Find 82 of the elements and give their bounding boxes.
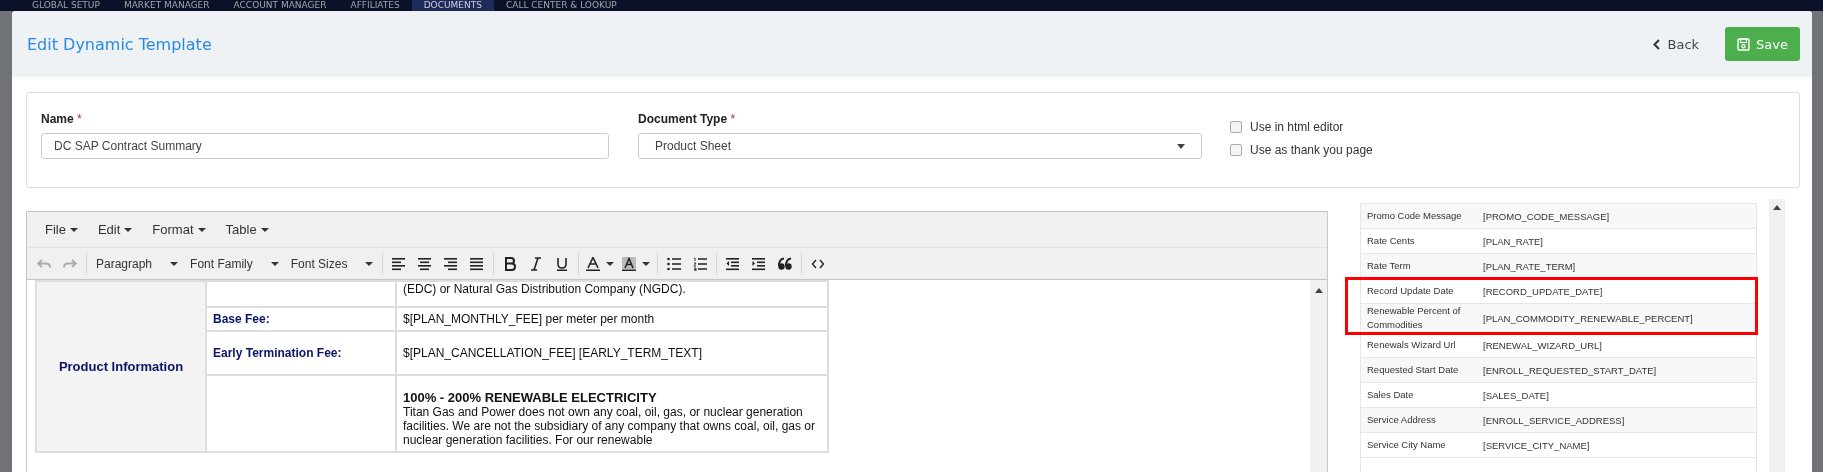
justify-icon[interactable] [470, 256, 485, 271]
scroll-up-icon[interactable] [1314, 288, 1323, 293]
caret-down-icon [365, 261, 374, 266]
nav-tab[interactable]: ACCOUNT MANAGER [221, 0, 339, 11]
merge-token: [ENROLL_REQUESTED_START_DATE] [1483, 364, 1657, 376]
field-name: Sales Date [1367, 388, 1415, 402]
nav-tab[interactable]: MARKET MANAGER [111, 0, 222, 11]
text-color-icon[interactable] [586, 256, 601, 271]
format-dropdown[interactable]: Paragraph [90, 250, 185, 277]
merge-token: [ENROLL_SERVICE_ADDRESS] [1483, 414, 1625, 426]
format-dropdown[interactable]: Font Family [184, 250, 285, 277]
table-cell: $[PLAN_MONTHLY_FEE] per meter per month [396, 307, 828, 331]
numbered-list-icon[interactable] [693, 256, 708, 271]
caret-down-icon [124, 227, 133, 232]
table-cell: $[PLAN_CANCELLATION_FEE] [EARLY_TERM_TEXT] [396, 331, 828, 375]
nav-tab[interactable]: CALL CENTER & LOOKUP [493, 0, 629, 11]
align-left-icon[interactable] [392, 256, 407, 271]
indent-icon[interactable] [752, 256, 767, 271]
chevron-left-icon [1652, 38, 1660, 50]
field-name: Requested Start Date [1367, 363, 1460, 377]
menu-item[interactable]: Edit [89, 222, 141, 237]
checkbox-label: Use in html editor [1250, 120, 1344, 134]
bold-icon[interactable] [503, 256, 518, 271]
field-label: Document Type [638, 112, 728, 126]
menu-item[interactable]: Format [144, 222, 214, 237]
align-right-icon[interactable] [444, 256, 459, 271]
format-dropdown[interactable]: Font Sizes [284, 250, 380, 277]
nav-tab[interactable]: DOCUMENTS [411, 0, 494, 11]
caret-down-icon [270, 261, 279, 266]
merge-token: [RECORD_UPDATE_DATE] [1483, 285, 1603, 297]
bulleted-list-icon[interactable] [667, 256, 682, 271]
outdent-icon[interactable] [726, 256, 741, 271]
window-title: Edit Dynamic Template [27, 34, 213, 54]
back-button[interactable]: Back [1652, 36, 1700, 52]
caret-down-icon [260, 227, 269, 232]
highlight-color-icon[interactable] [622, 256, 637, 271]
nav-tab[interactable]: GLOBAL SETUP [20, 0, 112, 11]
caret-down-icon[interactable] [606, 261, 615, 266]
table-cell: (EDC) or Natural Gas Distribution Company (NGDC). [396, 281, 828, 307]
table-cell: Early Termination Fee: [206, 331, 396, 375]
field-name: Service Address [1367, 413, 1437, 427]
merge-token: [SERVICE_CITY_NAME] [1483, 439, 1590, 451]
caret-down-icon[interactable] [642, 261, 651, 266]
field-name: Record Update Date [1367, 284, 1455, 298]
caret-down-icon [1177, 143, 1185, 149]
menu-item[interactable]: Table [217, 222, 277, 237]
merge-token: [PLAN_COMMODITY_RENEWABLE_PERCENT] [1483, 312, 1693, 324]
scrollbar[interactable] [1769, 199, 1785, 472]
field-name: Renewals Wizard Url [1367, 338, 1457, 352]
section-heading: 100% - 200% RENEWABLE ELECTRICITY [403, 390, 658, 405]
merge-token: [PROMO_CODE_MESSAGE] [1483, 210, 1610, 222]
merge-token: [PLAN_RATE_TERM] [1483, 260, 1576, 272]
merge-token: [RENEWAL_WIZARD_URL] [1483, 339, 1602, 351]
checkbox-label: Use as thank you page [1250, 143, 1373, 157]
checkbox[interactable] [1230, 121, 1242, 133]
required-mark: * [77, 112, 82, 126]
merge-token: [SALES_DATE] [1483, 389, 1549, 401]
merge-token: [PLAN_RATE] [1483, 235, 1543, 247]
align-center-icon[interactable] [418, 256, 433, 271]
name-input[interactable]: DC SAP Contract Summary [41, 133, 609, 159]
checkbox[interactable] [1230, 144, 1242, 156]
scrollbar[interactable] [1310, 280, 1327, 472]
menu-item[interactable]: File [37, 222, 86, 237]
table-cell: Base Fee: [206, 307, 396, 331]
field-name: Renewable Percent of Commodities [1367, 304, 1462, 332]
scroll-up-icon[interactable] [1773, 205, 1781, 210]
paragraph: Titan Gas and Power does not own any coal, oil, gas, or nuclear generation facilities. We are not the subsidiary of any company that owns coal, oil, gas or nuclear generation facilities. For our renewable [403, 405, 816, 447]
underline-icon[interactable] [555, 256, 570, 271]
nav-tab[interactable]: AFFILIATES [338, 0, 412, 11]
field-label: Name [41, 112, 74, 126]
required-mark: * [730, 112, 736, 126]
quote-icon[interactable] [778, 256, 793, 271]
section-label-cell: Product Information [36, 281, 206, 452]
document-type-select[interactable]: Product Sheet [638, 133, 1202, 159]
caret-down-icon [197, 227, 206, 232]
field-name: Rate Term [1367, 259, 1412, 273]
caret-down-icon [69, 227, 78, 232]
field-name: Rate Cents [1367, 234, 1416, 248]
field-name: Service City Name [1367, 438, 1447, 452]
field-name: Promo Code Message [1367, 209, 1463, 223]
italic-icon[interactable] [529, 256, 544, 271]
caret-down-icon [170, 261, 179, 266]
